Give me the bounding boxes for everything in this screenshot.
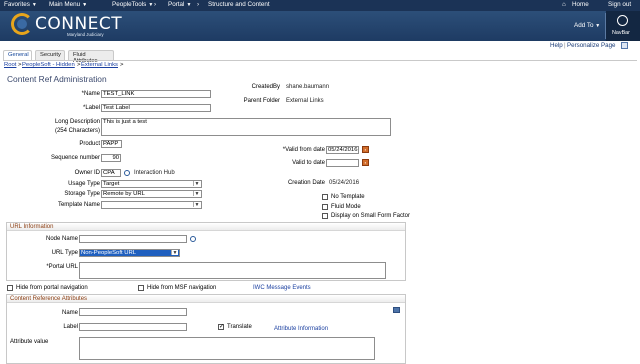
template-name-label: Template Name	[57, 202, 100, 208]
sequence-number-label: Sequence number	[50, 155, 100, 161]
chevron-right-icon: ›	[84, 1, 87, 8]
chevron-down-icon: ▼	[193, 191, 200, 197]
product-input[interactable]: PAPP	[101, 140, 122, 148]
help-link[interactable]: Help	[550, 42, 563, 49]
owner-id-description: Interaction Hub	[134, 170, 175, 176]
calendar-icon[interactable]: ▪	[362, 159, 369, 166]
signout-link[interactable]: Sign out	[608, 1, 631, 8]
logo-subtitle: Maryland Judiciary	[67, 32, 104, 37]
parent-folder-value: External Links	[286, 98, 324, 104]
peopletools-menu[interactable]: PeopleTools ▼	[112, 1, 153, 8]
tab-security[interactable]: Security	[35, 50, 65, 60]
parent-folder-label: Parent Folder	[243, 98, 280, 104]
label-label: *Label	[82, 105, 100, 111]
translate-label: Translate	[227, 324, 252, 330]
usage-type-label: Usage Type	[68, 181, 100, 187]
lookup-icon[interactable]	[190, 236, 196, 242]
chevron-right-icon: ›	[197, 1, 200, 8]
collapse-icon[interactable]	[393, 307, 400, 313]
name-label: *Name	[81, 91, 100, 97]
chevron-down-icon: ▼	[193, 181, 200, 187]
new-window-icon[interactable]	[621, 42, 628, 49]
tab-fluid-attributes[interactable]: Fluid Attributes	[68, 50, 114, 64]
storage-type-label: Storage Type	[64, 191, 100, 197]
attribute-information-link[interactable]: Attribute Information	[274, 326, 328, 332]
chevron-down-icon: ▼	[193, 202, 200, 208]
personalize-page-link[interactable]: Personalize Page	[567, 42, 616, 49]
breadcrumb-separator: >	[77, 62, 81, 68]
valid-from-label: *Valid from date	[282, 147, 325, 153]
attr-label-label: Label	[63, 324, 78, 330]
chevron-down-icon: ▼	[171, 250, 178, 256]
attr-value-textarea[interactable]	[79, 337, 375, 360]
creation-date-value: 05/24/2016	[329, 180, 360, 186]
owner-id-label: Owner ID	[74, 170, 100, 176]
valid-to-label: Valid to date	[292, 160, 325, 166]
display-small-form-factor-label: Display on Small Form Factor	[331, 213, 411, 219]
storage-type-select[interactable]: Remote by URL ▼	[101, 190, 202, 198]
attr-value-label: Attribute value	[10, 339, 49, 345]
creation-date-label: Creation Date	[287, 180, 325, 186]
long-description-label: Long Description	[54, 119, 100, 125]
breadcrumb-root[interactable]: Root	[4, 62, 16, 68]
iwc-message-events-link[interactable]: IWC Message Events	[253, 285, 311, 291]
url-type-select[interactable]: Non-PeopleSoft URL ▼	[79, 249, 180, 257]
valid-to-input[interactable]	[326, 159, 359, 167]
created-by-label: CreatedBy	[251, 84, 280, 90]
fluid-mode-label: Fluid Mode	[331, 204, 361, 210]
attr-label-input[interactable]	[79, 323, 187, 331]
portal-url-label: *Portal URL	[46, 264, 78, 270]
valid-from-input[interactable]: 05/24/2016	[326, 146, 359, 154]
url-information-title: URL Information	[7, 223, 405, 231]
node-name-label: Node Name	[45, 236, 78, 242]
name-input[interactable]: TEST_LINK	[101, 90, 211, 98]
attr-name-input[interactable]	[79, 308, 187, 316]
breadcrumb-peoplesoft-hidden[interactable]: PeopleSoft - Hidden	[22, 62, 75, 68]
add-to-menu[interactable]: Add To ▼	[574, 22, 600, 29]
long-description-textarea[interactable]: This is just a test	[101, 118, 391, 136]
no-template-checkbox[interactable]	[322, 194, 328, 200]
fluid-mode-checkbox[interactable]	[322, 204, 328, 210]
home-icon[interactable]: ⌂	[562, 1, 566, 8]
main-menu[interactable]: Main Menu ▼	[49, 1, 87, 8]
favorites-menu[interactable]: Favorites ▼	[4, 1, 37, 8]
attr-name-label: Name	[61, 310, 78, 316]
sequence-number-input[interactable]: 90	[101, 154, 121, 162]
breadcrumb-separator: >	[120, 62, 124, 68]
label-input[interactable]: Test Label	[101, 104, 211, 112]
tab-divider	[3, 60, 637, 61]
page-title: Content Ref Administration	[7, 74, 107, 84]
long-description-hint: (254 Characters)	[54, 128, 100, 134]
logo-icon-center	[17, 19, 27, 29]
translate-checkbox[interactable]: ✓	[218, 324, 224, 330]
logo-text: CONNECT	[35, 14, 123, 34]
portal-url-textarea[interactable]	[79, 262, 386, 279]
usage-type-select[interactable]: Target ▼	[101, 180, 202, 188]
home-link[interactable]: Home	[572, 1, 589, 8]
hide-msf-navigation-label: Hide from MSF navigation	[147, 285, 217, 291]
no-template-label: No Template	[331, 194, 365, 200]
created-by-value: shane.baumann	[286, 84, 330, 90]
breadcrumb-external-links[interactable]: External Links	[81, 62, 118, 68]
content-reference-attributes-title: Content Reference Attributes	[7, 295, 405, 303]
display-small-form-factor-checkbox[interactable]	[322, 213, 328, 219]
hide-portal-navigation-checkbox[interactable]	[7, 285, 13, 291]
compass-icon[interactable]	[617, 15, 628, 26]
breadcrumb-separator: >	[18, 62, 22, 68]
navbar-label[interactable]: NavBar	[612, 30, 630, 36]
node-name-input[interactable]	[79, 235, 187, 243]
hide-msf-navigation-checkbox[interactable]	[138, 285, 144, 291]
tab-general[interactable]: General	[3, 50, 32, 60]
owner-id-input[interactable]: CPA	[101, 169, 121, 177]
url-type-label: URL Type	[51, 250, 78, 256]
calendar-icon[interactable]: ▪	[362, 146, 369, 153]
lookup-icon[interactable]	[124, 170, 130, 176]
template-name-select[interactable]: ▼	[101, 201, 202, 209]
hide-portal-navigation-label: Hide from portal navigation	[16, 285, 88, 291]
top-menu-bar: Favorites ▼ Main Menu ▼ › PeopleTools ▼ › P…	[0, 0, 640, 11]
portal-menu[interactable]: Portal ▼	[168, 1, 191, 8]
chevron-right-icon: ›	[154, 1, 157, 8]
structure-content-crumb[interactable]: Structure and Content	[208, 1, 270, 8]
product-label: Product	[79, 141, 100, 147]
